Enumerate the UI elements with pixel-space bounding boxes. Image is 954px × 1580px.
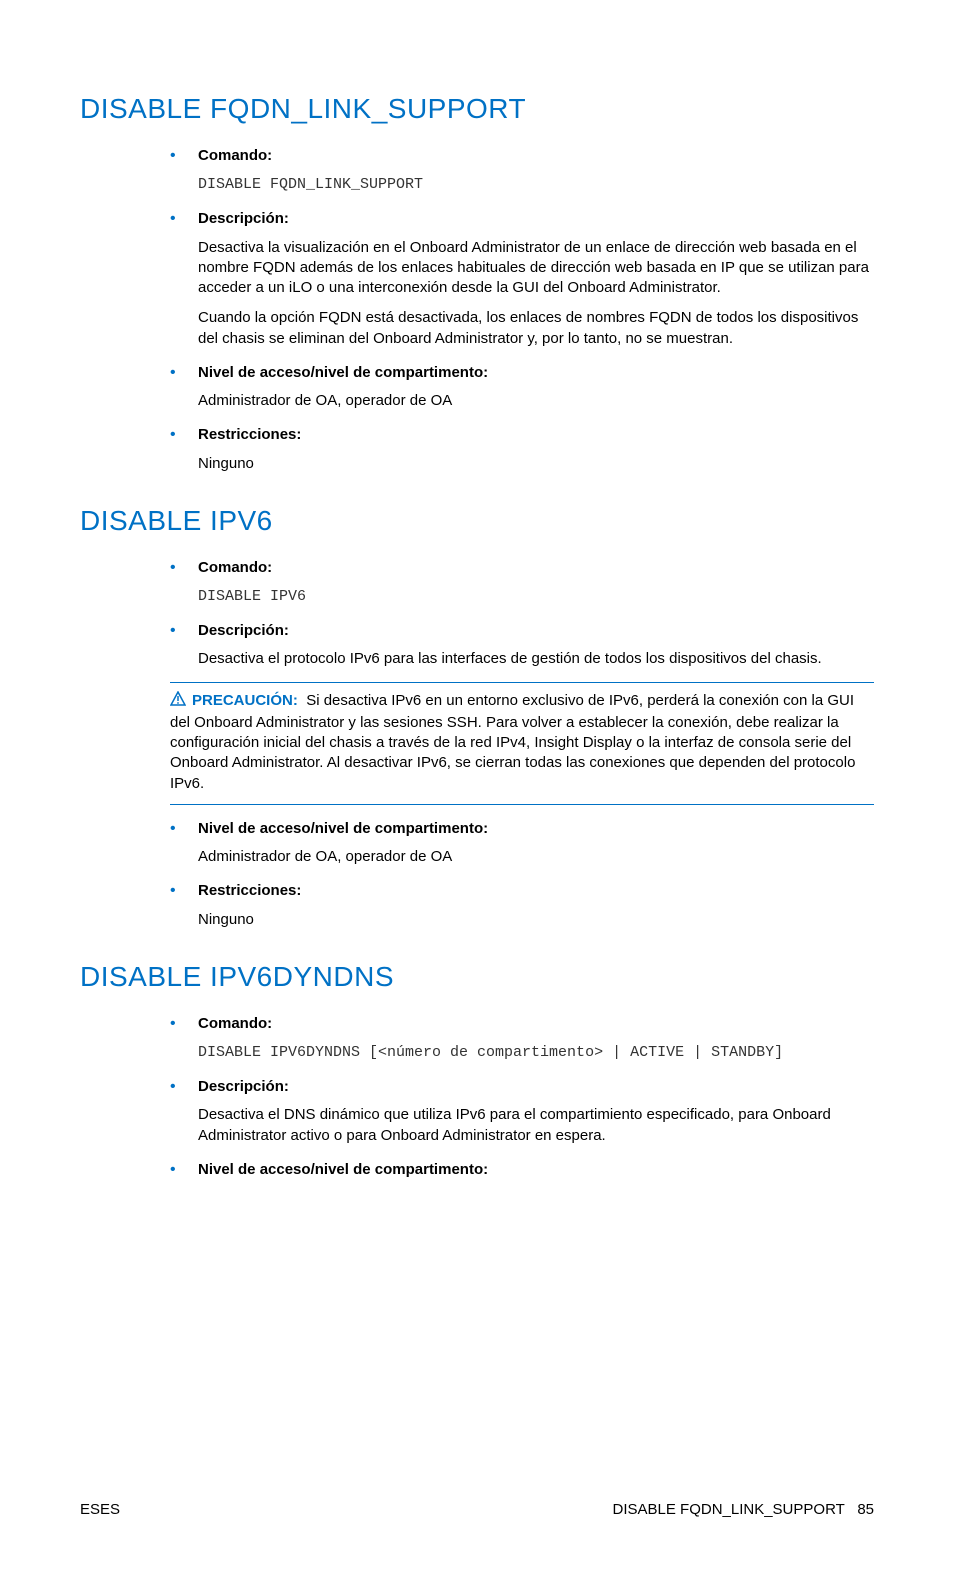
bullet-list: Comando: DISABLE IPV6 Descripción: Desac… — [80, 558, 874, 930]
footer-right: DISABLE FQDN_LINK_SUPPORT 85 — [613, 1500, 875, 1520]
footer-section-ref: DISABLE FQDN_LINK_SUPPORT — [613, 1501, 845, 1518]
list-item: Nivel de acceso/nivel de compartimento: … — [170, 819, 874, 868]
command-code: DISABLE IPV6 — [198, 588, 306, 605]
item-value: Ninguno — [198, 455, 254, 472]
list-item: Descripción: Desactiva el DNS dinámico q… — [170, 1077, 874, 1146]
section-heading: DISABLE IPV6DYNDNS — [80, 958, 874, 996]
bullet-list: Comando: DISABLE IPV6DYNDNS [<número de … — [80, 1014, 874, 1181]
list-item: Nivel de acceso/nivel de compartimento: … — [170, 363, 874, 412]
section-heading: DISABLE IPV6 — [80, 502, 874, 540]
item-label: Nivel de acceso/nivel de compartimento: — [198, 1160, 874, 1180]
command-code: DISABLE IPV6DYNDNS [<número de compartim… — [198, 1044, 783, 1061]
item-value: Administrador de OA, operador de OA — [198, 392, 452, 409]
bullet-list: Comando: DISABLE FQDN_LINK_SUPPORT Descr… — [80, 146, 874, 474]
list-item: Descripción: Desactiva el protocolo IPv6… — [170, 621, 874, 805]
footer-left: ESES — [80, 1500, 120, 1520]
item-label: Comando: — [198, 558, 874, 578]
caution-callout: PRECAUCIÓN: Si desactiva IPv6 en un ento… — [170, 682, 874, 805]
page-number: 85 — [857, 1501, 874, 1518]
list-item: Restricciones: Ninguno — [170, 425, 874, 474]
list-item: Comando: DISABLE FQDN_LINK_SUPPORT — [170, 146, 874, 196]
list-item: Restricciones: Ninguno — [170, 881, 874, 930]
caution-label: PRECAUCIÓN: — [192, 692, 298, 709]
list-item: Comando: DISABLE IPV6 — [170, 558, 874, 608]
item-value: Ninguno — [198, 911, 254, 928]
list-item: Nivel de acceso/nivel de compartimento: — [170, 1160, 874, 1180]
item-label: Descripción: — [198, 621, 874, 641]
section-heading: DISABLE FQDN_LINK_SUPPORT — [80, 90, 874, 128]
item-label: Nivel de acceso/nivel de compartimento: — [198, 819, 874, 839]
item-label: Descripción: — [198, 1077, 874, 1097]
description-paragraph: Desactiva el protocolo IPv6 para las int… — [198, 649, 874, 669]
list-item: Descripción: Desactiva la visualización … — [170, 209, 874, 349]
command-code: DISABLE FQDN_LINK_SUPPORT — [198, 176, 423, 193]
description-paragraph: Desactiva el DNS dinámico que utiliza IP… — [198, 1105, 874, 1146]
page-footer: ESES DISABLE FQDN_LINK_SUPPORT 85 — [80, 1500, 874, 1520]
list-item: Comando: DISABLE IPV6DYNDNS [<número de … — [170, 1014, 874, 1064]
description-paragraph: Desactiva la visualización en el Onboard… — [198, 238, 874, 299]
item-label: Descripción: — [198, 209, 874, 229]
description-paragraph: Cuando la opción FQDN está desactivada, … — [198, 308, 874, 349]
item-label: Comando: — [198, 1014, 874, 1034]
item-label: Nivel de acceso/nivel de compartimento: — [198, 363, 874, 383]
item-label: Restricciones: — [198, 425, 874, 445]
item-value: Administrador de OA, operador de OA — [198, 848, 452, 865]
warning-triangle-icon — [170, 691, 186, 713]
item-label: Restricciones: — [198, 881, 874, 901]
item-label: Comando: — [198, 146, 874, 166]
